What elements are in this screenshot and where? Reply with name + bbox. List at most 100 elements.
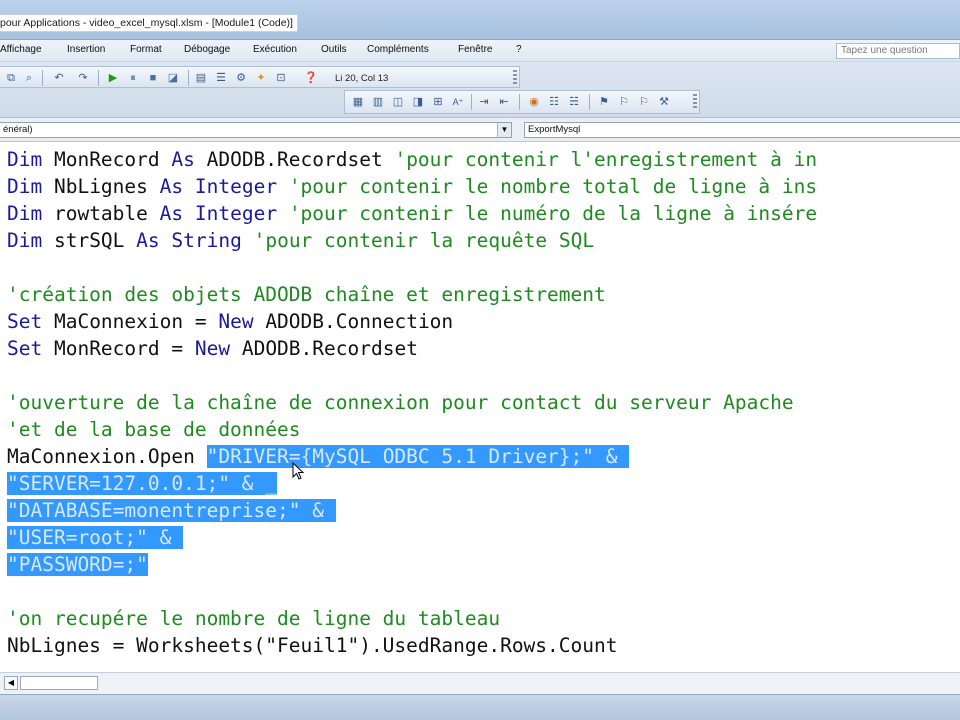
code-keyword: Dim bbox=[7, 175, 43, 198]
find-icon[interactable]: ⌕ bbox=[22, 71, 36, 85]
object-browser-icon[interactable]: ⚙ bbox=[234, 71, 248, 85]
code-line[interactable]: NbLignes = Worksheets("Feuil1").UsedRang… bbox=[7, 632, 617, 659]
complete-word-icon[interactable]: ⊞ bbox=[431, 95, 445, 109]
help-icon[interactable]: ❓ bbox=[304, 71, 318, 85]
menu-format[interactable]: Format bbox=[130, 44, 162, 55]
code-keyword: Dim bbox=[7, 148, 43, 171]
code-line[interactable]: "PASSWORD=;" bbox=[7, 551, 148, 578]
code-keyword: As bbox=[136, 229, 160, 252]
code-line[interactable]: 'et de la base de données bbox=[7, 416, 301, 443]
edit-toolbar-grip[interactable] bbox=[693, 94, 697, 110]
menu-execution[interactable]: Exécution bbox=[253, 44, 297, 55]
code-line[interactable]: Set MaConnexion = New ADODB.Connection bbox=[7, 308, 453, 335]
undo-icon[interactable]: ↶ bbox=[52, 71, 66, 85]
menu-debogage[interactable]: Débogage bbox=[184, 44, 230, 55]
help-search-input[interactable]: Tapez une question bbox=[836, 43, 960, 59]
toolbar-area: ⧉ ⌕ ↶ ↷ ▶ ⏸ ■ ◪ ▤ ☰ ⚙ ✦ ⊡ ❓ Li 20, Col 1… bbox=[0, 62, 960, 118]
code-keyword: Integer bbox=[194, 202, 278, 225]
menu-affichage[interactable]: Affichage bbox=[0, 44, 42, 55]
code-line[interactable]: "DATABASE=monentreprise;" & bbox=[7, 497, 336, 524]
previous-bookmark-icon[interactable]: ⚐ bbox=[637, 95, 651, 109]
code-line[interactable]: Dim rowtable As Integer 'pour contenir l… bbox=[7, 200, 817, 227]
menu-bar: Affichage Insertion Format Débogage Exéc… bbox=[0, 40, 960, 62]
pause-icon[interactable]: ⏸ bbox=[126, 71, 140, 85]
list-properties-icon[interactable]: ▦ bbox=[351, 95, 365, 109]
object-dropdown-value: énéral) bbox=[3, 124, 33, 135]
scroll-thumb[interactable] bbox=[20, 676, 98, 690]
code-line[interactable]: 'ouverture de la chaîne de connexion pou… bbox=[7, 389, 794, 416]
code-text: MonRecord = bbox=[42, 337, 195, 360]
code-selection: "PASSWORD=;" bbox=[7, 553, 148, 576]
menu-outils[interactable]: Outils bbox=[321, 44, 347, 55]
scroll-left-icon[interactable]: ◀ bbox=[4, 676, 18, 690]
code-text: NbLignes bbox=[42, 175, 160, 198]
code-keyword: Dim bbox=[7, 202, 43, 225]
word-case-icon[interactable]: A⁺ bbox=[451, 95, 465, 109]
code-line[interactable]: MaConnexion.Open "DRIVER={MySQL ODBC 5.1… bbox=[7, 443, 630, 470]
code-line[interactable]: "USER=root;" & bbox=[7, 524, 184, 551]
comment-block-icon[interactable]: ☷ bbox=[547, 95, 561, 109]
code-comment: 'création des objets ADODB chaîne et enr… bbox=[7, 283, 606, 306]
toolbar-grip[interactable] bbox=[513, 70, 517, 86]
uncomment-block-icon[interactable]: ☵ bbox=[567, 95, 581, 109]
code-line[interactable]: 'on recupére le nombre de ligne du table… bbox=[7, 605, 500, 632]
code-text: MaConnexion = bbox=[42, 310, 219, 333]
indent-icon[interactable]: ⇥ bbox=[477, 95, 491, 109]
code-text: ADODB.Recordset bbox=[230, 337, 418, 360]
properties-icon[interactable]: ☰ bbox=[214, 71, 228, 85]
code-text: strSQL bbox=[42, 229, 137, 252]
title-bar: pour Applications - video_excel_mysql.xl… bbox=[0, 0, 960, 40]
procedure-bar: énéral) ▼ ExportMysql bbox=[0, 118, 960, 142]
redo-icon[interactable]: ↷ bbox=[76, 71, 90, 85]
toggle-bookmark-icon[interactable]: ⚑ bbox=[597, 95, 611, 109]
outdent-icon[interactable]: ⇤ bbox=[497, 95, 511, 109]
code-line[interactable]: 'création des objets ADODB chaîne et enr… bbox=[7, 281, 606, 308]
code-line[interactable]: "SERVER=127.0.0.1;" & _ bbox=[7, 470, 278, 497]
copy-icon[interactable]: ⧉ bbox=[4, 71, 18, 85]
chevron-down-icon[interactable]: ▼ bbox=[497, 123, 511, 137]
procedure-dropdown[interactable]: ExportMysql bbox=[524, 122, 960, 138]
run-icon[interactable]: ▶ bbox=[106, 71, 120, 85]
code-line[interactable]: Dim MonRecord As ADODB.Recordset 'pour c… bbox=[7, 146, 817, 173]
quick-info-icon[interactable]: ◫ bbox=[391, 95, 405, 109]
code-line[interactable]: Set MonRecord = New ADODB.Recordset bbox=[7, 335, 418, 362]
code-keyword: Integer bbox=[194, 175, 278, 198]
text-cursor-icon bbox=[292, 462, 305, 480]
code-comment: 'ouverture de la chaîne de connexion pou… bbox=[7, 391, 794, 414]
code-editor[interactable]: Dim MonRecord As ADODB.Recordset 'pour c… bbox=[0, 142, 960, 672]
list-constants-icon[interactable]: ▥ bbox=[371, 95, 385, 109]
toolbar-more-icon[interactable]: ⊡ bbox=[274, 71, 288, 85]
horizontal-scrollbar[interactable]: ◀ bbox=[0, 672, 960, 694]
clear-bookmarks-icon[interactable]: ⚒ bbox=[657, 95, 671, 109]
menu-insertion[interactable]: Insertion bbox=[67, 44, 105, 55]
code-line[interactable]: Dim strSQL As String 'pour contenir la r… bbox=[7, 227, 594, 254]
project-explorer-icon[interactable]: ▤ bbox=[194, 71, 208, 85]
code-text: NbLignes = Worksheets("Feuil1").UsedRang… bbox=[7, 634, 618, 657]
procedure-dropdown-value: ExportMysql bbox=[528, 124, 581, 135]
menu-help[interactable]: ? bbox=[516, 44, 522, 55]
menu-fenetre[interactable]: Fenêtre bbox=[458, 44, 492, 55]
edit-toolbar: ▦ ▥ ◫ ◨ ⊞ A⁺ ⇥ ⇤ ◉ ☷ ☵ ⚑ ⚐ ⚐ ⚒ bbox=[344, 90, 700, 114]
code-text: MonRecord bbox=[42, 148, 172, 171]
status-bar bbox=[0, 694, 960, 720]
parameter-info-icon[interactable]: ◨ bbox=[411, 95, 425, 109]
code-text: ADODB.Connection bbox=[253, 310, 454, 333]
menu-complements[interactable]: Compléments bbox=[367, 44, 429, 55]
object-dropdown[interactable]: énéral) ▼ bbox=[0, 122, 512, 138]
code-text: rowtable bbox=[42, 202, 160, 225]
breakpoint-icon[interactable]: ◉ bbox=[527, 95, 541, 109]
stop-icon[interactable]: ■ bbox=[146, 71, 160, 85]
code-line[interactable]: Dim NbLignes As Integer 'pour contenir l… bbox=[7, 173, 817, 200]
code-text: MaConnexion.Open bbox=[7, 445, 207, 468]
next-bookmark-icon[interactable]: ⚐ bbox=[617, 95, 631, 109]
code-keyword: As bbox=[171, 148, 195, 171]
code-keyword: Set bbox=[7, 310, 43, 333]
toolbox-icon[interactable]: ✦ bbox=[254, 71, 268, 85]
code-keyword: String bbox=[171, 229, 242, 252]
code-keyword: As bbox=[159, 202, 184, 225]
design-mode-icon[interactable]: ◪ bbox=[166, 71, 180, 85]
